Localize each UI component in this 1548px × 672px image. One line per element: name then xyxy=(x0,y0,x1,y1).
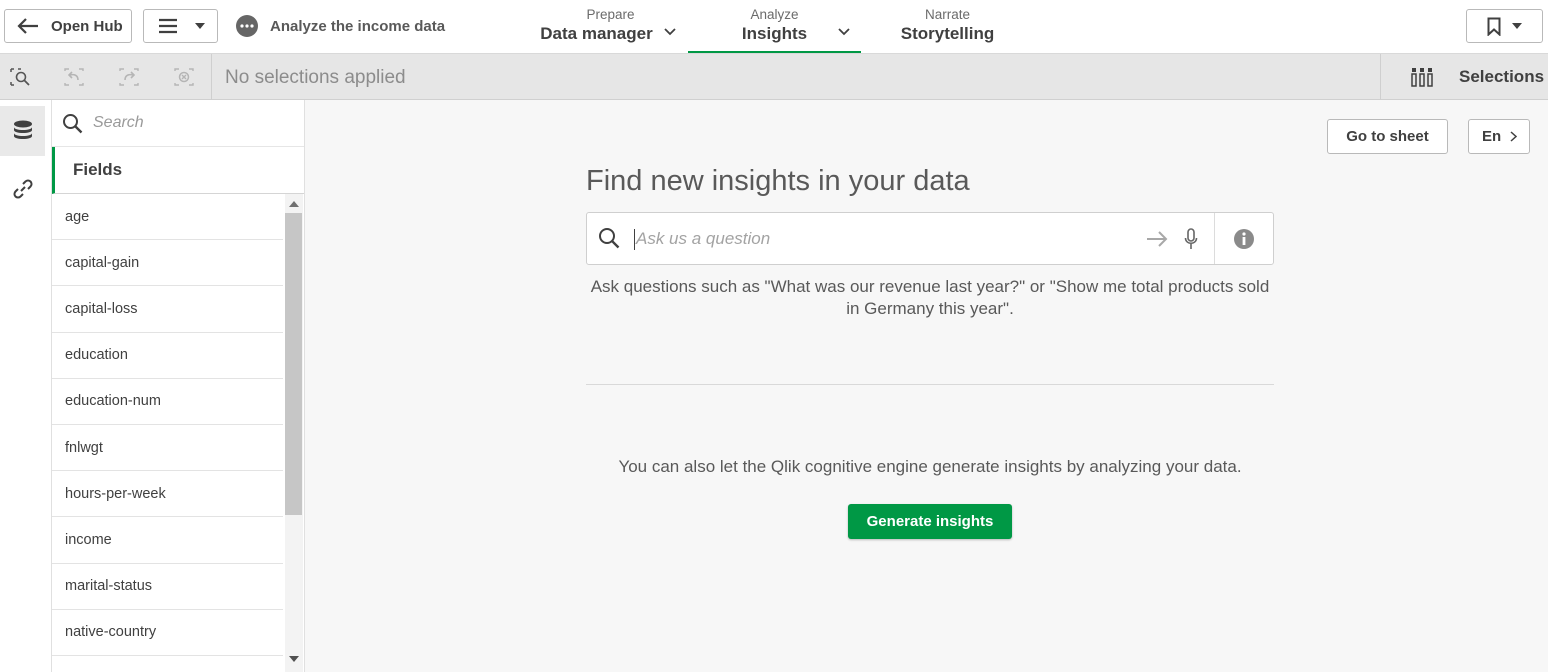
ask-question-input[interactable]: Ask us a question xyxy=(586,212,1274,265)
selections-toolbar: No selections applied Selections xyxy=(0,54,1548,100)
search-icon xyxy=(599,228,620,249)
tab-analyze-label: Insights xyxy=(741,24,808,43)
microphone-icon[interactable] xyxy=(1184,228,1198,250)
step-back-button[interactable] xyxy=(48,54,100,100)
smart-search-button[interactable] xyxy=(0,54,40,100)
field-item[interactable]: native-country xyxy=(52,610,283,656)
field-item[interactable]: education-num xyxy=(52,379,283,425)
field-item[interactable]: age xyxy=(52,194,283,241)
field-search-input[interactable]: Search xyxy=(52,100,304,147)
arrow-right-icon[interactable] xyxy=(1146,231,1168,247)
hamburger-icon xyxy=(159,18,177,34)
step-forward-button[interactable] xyxy=(103,54,155,100)
open-hub-label: Open Hub xyxy=(51,17,123,35)
scroll-up-icon[interactable] xyxy=(289,201,299,207)
field-item[interactable]: capital-gain xyxy=(52,240,283,287)
field-item[interactable]: education xyxy=(52,333,283,379)
tab-prepare[interactable]: Prepare Data manager xyxy=(533,0,688,53)
bookmarks-button[interactable] xyxy=(1466,9,1543,43)
tab-prepare-label: Data manager xyxy=(540,24,653,43)
selections-tool-button[interactable]: Selections xyxy=(1380,54,1548,100)
field-item[interactable]: income xyxy=(52,517,283,564)
tab-analyze[interactable]: Analyze Insights xyxy=(688,0,861,53)
chevron-right-icon xyxy=(1510,131,1518,142)
database-icon xyxy=(13,120,32,139)
chevron-down-icon[interactable] xyxy=(664,28,676,36)
chevron-down-icon[interactable] xyxy=(838,28,850,36)
selections-label: Selections xyxy=(1459,67,1545,86)
cognitive-engine-text: You can also let the Qlik cognitive engi… xyxy=(618,457,1242,476)
smart-search-icon xyxy=(10,68,30,86)
fields-rail-button[interactable] xyxy=(0,106,45,156)
selection-status: No selections applied xyxy=(225,67,406,88)
field-item[interactable]: capital-loss xyxy=(52,286,283,333)
caret-down-icon xyxy=(195,23,205,29)
divider xyxy=(586,384,1274,385)
tab-narrate[interactable]: Narrate Storytelling xyxy=(880,0,1015,53)
language-label: En xyxy=(1482,128,1502,145)
link-icon xyxy=(12,179,33,199)
more-options-icon xyxy=(236,15,258,37)
tab-narrate-label: Storytelling xyxy=(900,24,995,43)
step-forward-icon xyxy=(119,68,139,86)
language-button[interactable]: En xyxy=(1468,119,1530,154)
field-item[interactable]: hours-per-week xyxy=(52,471,283,518)
tab-narrate-sub: Narrate xyxy=(924,7,970,22)
left-rail xyxy=(0,100,52,672)
step-back-icon xyxy=(64,68,84,86)
field-item[interactable]: fnlwgt xyxy=(52,425,283,472)
master-items-rail-button[interactable] xyxy=(0,164,45,214)
field-list: age capital-gain capital-loss education … xyxy=(52,194,283,656)
global-menu-button[interactable] xyxy=(143,9,218,43)
search-placeholder: Search xyxy=(93,114,144,131)
app-title[interactable]: Analyze the income data xyxy=(236,15,445,37)
divider xyxy=(211,54,212,100)
scroll-down-icon[interactable] xyxy=(289,656,299,662)
insights-main: Go to sheet En Find new insights in your… xyxy=(305,100,1548,672)
scrollbar-thumb[interactable] xyxy=(285,213,302,515)
divider xyxy=(1214,213,1215,264)
tab-analyze-sub: Analyze xyxy=(750,7,799,22)
fields-header: Fields xyxy=(52,147,304,194)
selections-tool-icon xyxy=(1411,68,1433,87)
page-title: Find new insights in your data xyxy=(586,165,970,197)
caret-down-icon xyxy=(1511,23,1522,29)
go-to-sheet-button[interactable]: Go to sheet xyxy=(1327,119,1448,154)
field-item[interactable]: marital-status xyxy=(52,564,283,610)
info-icon[interactable] xyxy=(1233,228,1255,250)
example-questions-hint: Ask questions such as "What was our reve… xyxy=(590,277,1270,318)
ask-placeholder: Ask us a question xyxy=(636,229,771,248)
generate-insights-button[interactable]: Generate insights xyxy=(848,504,1012,539)
text-caret xyxy=(634,229,635,250)
tab-prepare-sub: Prepare xyxy=(586,7,635,22)
top-bar: Open Hub Analyze the income data Prepare… xyxy=(0,0,1548,54)
open-hub-button[interactable]: Open Hub xyxy=(4,9,132,43)
clear-selections-icon xyxy=(174,68,194,86)
app-title-label: Analyze the income data xyxy=(270,17,446,35)
bookmark-icon xyxy=(1487,17,1500,36)
search-icon xyxy=(63,113,83,133)
arrow-left-icon xyxy=(17,18,38,34)
fields-panel: Search Fields age capital-gain capital-l… xyxy=(52,100,305,672)
clear-selections-button[interactable] xyxy=(158,54,210,100)
